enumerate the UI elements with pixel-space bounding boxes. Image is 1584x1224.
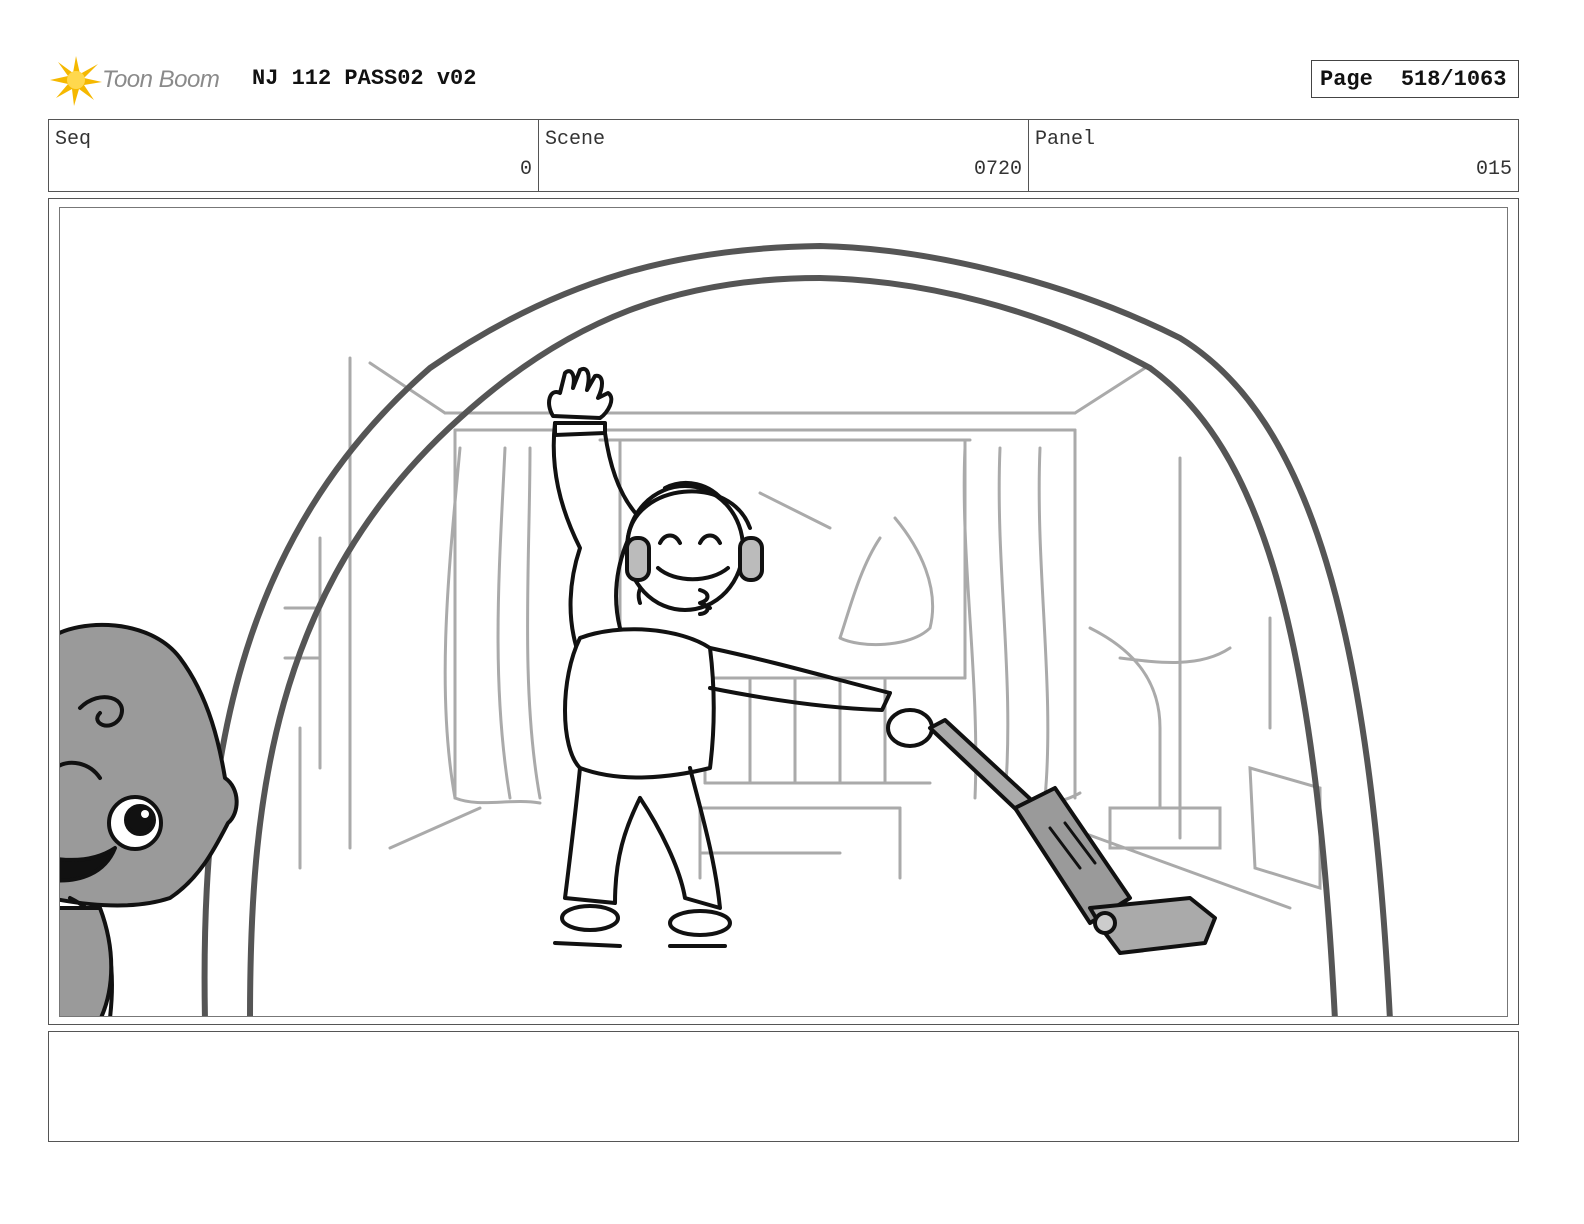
- scene-label: Scene: [545, 128, 606, 151]
- logo-starburst-icon: [50, 56, 102, 106]
- storyboard-panel-frame: [48, 198, 1519, 1025]
- man-figure-sketch: [547, 367, 934, 948]
- panel-label: Panel: [1035, 128, 1096, 151]
- document-title: NJ 112 PASS02 v02: [252, 66, 477, 91]
- panel-sketch: [60, 242, 1393, 1016]
- scene-cell: Scene 0720: [539, 120, 1029, 191]
- page-header: Toon Boom NJ 112 PASS02 v02 Page 518/106…: [48, 48, 1519, 108]
- panel-cell: Panel 015: [1029, 120, 1518, 191]
- seq-cell: Seq 0: [49, 120, 539, 191]
- seq-label: Seq: [55, 128, 92, 151]
- scene-value: 0720: [973, 158, 1022, 181]
- panel-notes-box: [48, 1031, 1519, 1142]
- page-number: 518/1063: [1400, 66, 1507, 92]
- page-indicator: Page 518/1063: [1311, 60, 1519, 98]
- doorway-arch-sketch: [201, 242, 1393, 1016]
- storyboard-meta-row: Seq 0 Scene 0720 Panel 015: [48, 119, 1519, 192]
- storyboard-panel-image: [59, 207, 1508, 1017]
- page-label: Page: [1320, 66, 1373, 92]
- panel-value: 015: [1475, 158, 1512, 181]
- vacuum-cleaner-sketch: [928, 718, 1217, 955]
- girl-figure-sketch: [60, 622, 239, 1016]
- logo-text: Toon Boom: [102, 66, 220, 93]
- toon-boom-logo: Toon Boom: [48, 52, 238, 108]
- seq-value: 0: [519, 158, 532, 181]
